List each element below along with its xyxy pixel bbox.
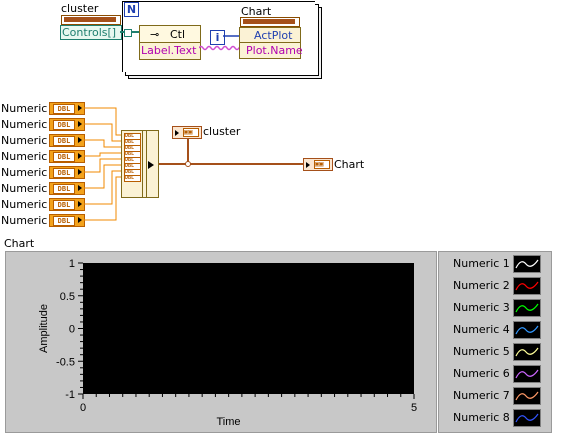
bundle-input-terminal[interactable]: DBL (124, 175, 141, 182)
ctl-ref-icon: ⊸ (150, 28, 160, 41)
plot-style-icon[interactable] (513, 255, 541, 273)
legend-item[interactable]: Numeric 4 (439, 318, 551, 340)
numeric-wires (84, 107, 305, 221)
y-tick-label: 0.5 (60, 291, 75, 303)
ctl-property-node[interactable]: ⊸ Ctl Label.Text (139, 25, 201, 60)
x-tick-label: 5 (411, 402, 417, 414)
plot-style-icon[interactable] (513, 387, 541, 405)
legend-item-label: Numeric 5 (453, 345, 510, 358)
plot-style-icon[interactable] (513, 299, 541, 317)
y-tick-label: 0 (69, 324, 75, 336)
chart-terminal-label: Chart (334, 158, 365, 171)
legend-item[interactable]: Numeric 7 (439, 384, 551, 406)
x-tick-label: 0 (80, 402, 86, 414)
controls-property-label: Controls[] (62, 26, 117, 39)
plot-area (83, 263, 414, 394)
legend-item-label: Numeric 7 (453, 389, 510, 402)
cluster-ref-label: cluster (61, 2, 99, 15)
chart-terminal[interactable]: ▣▣ (303, 158, 333, 171)
chart-property-node[interactable]: ActPlot Plot.Name (239, 27, 303, 59)
chart-title: Chart (4, 237, 35, 250)
y-axis-label: Amplitude (38, 304, 50, 353)
legend-item[interactable]: Numeric 2 (439, 274, 551, 296)
plot-style-icon[interactable] (513, 343, 541, 361)
legend-item-label: Numeric 1 (453, 257, 510, 270)
legend-item[interactable]: Numeric 5 (439, 340, 551, 362)
legend-item-label: Numeric 6 (453, 367, 510, 380)
legend-item-label: Numeric 3 (453, 301, 510, 314)
legend-item-label: Numeric 2 (453, 279, 510, 292)
index-wire (223, 35, 239, 37)
auto-index-tunnel[interactable] (124, 29, 132, 37)
actplot-property: ActPlot (254, 29, 293, 42)
controls-property-node[interactable]: Controls[] (60, 25, 122, 40)
legend-item[interactable]: Numeric 8 (439, 406, 551, 428)
waveform-chart[interactable]: 1 0.5 0 -0.5 -1 0 5 Time Amplitude (5, 251, 437, 433)
plot-style-icon[interactable] (513, 277, 541, 295)
y-tick-label: -0.5 (56, 356, 75, 368)
legend-item-label: Numeric 4 (453, 323, 510, 336)
ctl-class-label: Ctl (170, 28, 186, 41)
legend-item-label: Numeric 8 (453, 411, 510, 424)
plot-style-icon[interactable] (513, 321, 541, 339)
legend-item[interactable]: Numeric 6 (439, 362, 551, 384)
plot-legend[interactable]: Numeric 1 Numeric 2 Numeric 3 Numeric 4 Nume… (438, 251, 552, 433)
plot-style-icon[interactable] (513, 365, 541, 383)
string-wire (199, 45, 243, 51)
bundle-output-arrow (148, 161, 154, 169)
legend-item[interactable]: Numeric 1 (439, 252, 551, 274)
chart-ref-node[interactable] (240, 17, 300, 27)
cluster-local-variable[interactable]: ▣▣ (172, 126, 202, 139)
y-tick-label: -1 (65, 389, 75, 401)
chart-svg: 1 0.5 0 -0.5 -1 0 5 Time Amplitude (38, 258, 417, 428)
loop-count-terminal[interactable]: N (124, 2, 139, 17)
label-text-property: Label.Text (141, 44, 197, 57)
y-tick-label: 1 (69, 258, 75, 270)
cluster-ref-node[interactable] (61, 15, 121, 25)
cluster-indicator-label: cluster (203, 125, 241, 138)
x-axis-label: Time (216, 416, 240, 428)
legend-item[interactable]: Numeric 3 (439, 296, 551, 318)
plot-style-icon[interactable] (513, 409, 541, 427)
plot-name-property: Plot.Name (246, 44, 303, 57)
